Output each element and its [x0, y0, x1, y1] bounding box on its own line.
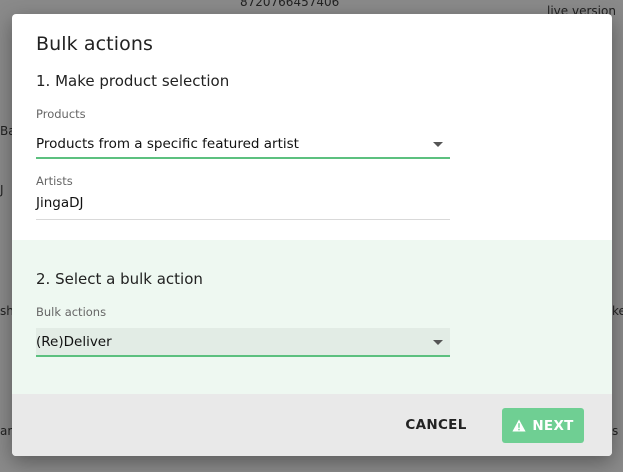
chevron-down-icon: [433, 142, 443, 147]
step2-section: 2. Select a bulk action Bulk actions (Re…: [12, 240, 612, 394]
bulk-actions-dialog: Bulk actions 1. Make product selection P…: [12, 14, 612, 456]
next-button-label: NEXT: [532, 417, 574, 434]
next-button[interactable]: NEXT: [502, 408, 584, 443]
bulk-actions-select[interactable]: (Re)Deliver: [36, 328, 450, 357]
artists-field-value: JingaDJ: [36, 195, 84, 211]
dialog-title: Bulk actions: [36, 33, 153, 55]
artists-field[interactable]: JingaDJ: [36, 192, 450, 220]
products-select[interactable]: Products from a specific featured artist: [36, 130, 450, 159]
bulk-actions-label: Bulk actions: [36, 305, 107, 319]
bulk-actions-select-value: (Re)Deliver: [36, 334, 112, 350]
warning-icon: [512, 419, 526, 432]
background-fragment: s: [612, 424, 619, 438]
background-product-number: 8720766457406: [240, 0, 340, 9]
background-fragment: kes: [612, 304, 623, 318]
step2-title: 2. Select a bulk action: [36, 270, 203, 288]
products-select-value: Products from a specific featured artist: [36, 136, 299, 152]
background-fragment: J: [0, 183, 4, 197]
cancel-button[interactable]: CANCEL: [402, 413, 470, 437]
artists-label: Artists: [36, 174, 73, 188]
step1-title: 1. Make product selection: [36, 72, 230, 90]
products-label: Products: [36, 107, 86, 121]
chevron-down-icon: [433, 340, 443, 345]
dialog-footer: CANCEL NEXT: [12, 394, 612, 456]
